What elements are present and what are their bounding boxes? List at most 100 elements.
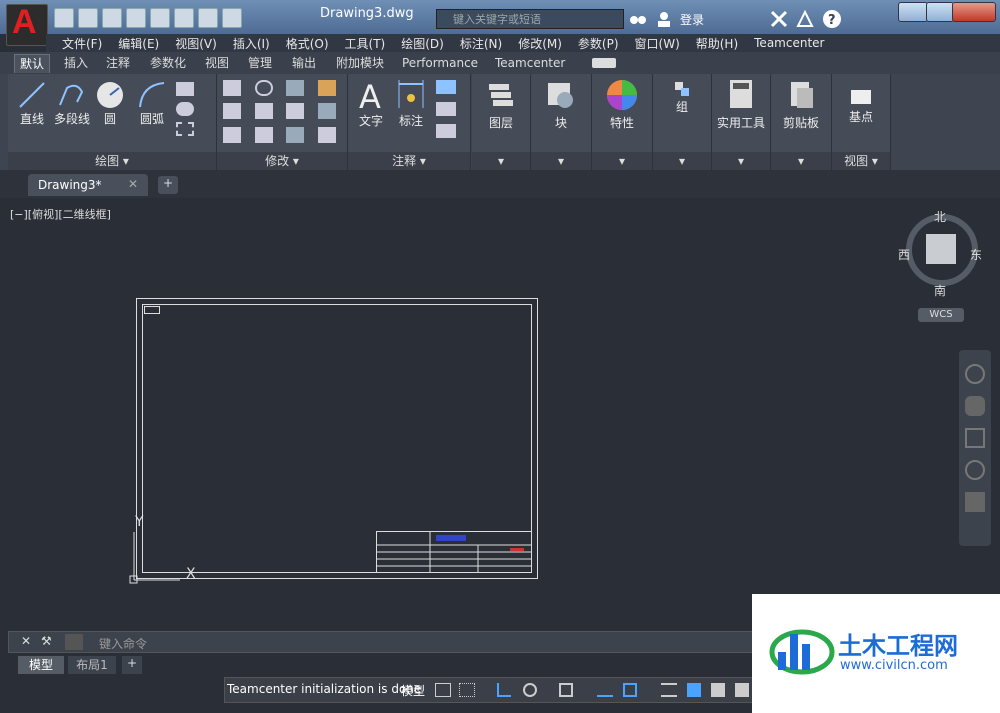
open-icon[interactable] [78, 8, 98, 28]
maximize-button[interactable] [926, 2, 954, 22]
clipboard-panel[interactable]: 剪贴板 ▾ [771, 74, 832, 170]
viewcube-face[interactable] [926, 234, 956, 264]
app-menu-button[interactable]: A [6, 3, 48, 46]
annotation-panel-label[interactable]: 注释 ▾ [348, 152, 470, 170]
wrench-icon[interactable]: ⚒ [41, 634, 52, 648]
command-prompt-icon[interactable] [65, 634, 83, 650]
arc-tool[interactable]: 圆弧 [132, 80, 172, 127]
close-button[interactable] [952, 2, 996, 22]
auto-scale-icon[interactable] [711, 683, 725, 697]
annotation-scale-icon[interactable] [735, 683, 749, 697]
utilities-panel[interactable]: 实用工具 ▾ [712, 74, 771, 170]
menu-tools[interactable]: 工具(T) [337, 35, 394, 52]
scale-icon[interactable] [254, 126, 273, 143]
object-snap-tracking-icon[interactable] [597, 683, 613, 697]
explode-icon[interactable] [317, 103, 336, 120]
model-space-button[interactable]: 模型 [401, 682, 425, 699]
tab-parametric[interactable]: 参数化 [150, 54, 186, 72]
save-as-icon[interactable] [126, 8, 146, 28]
array-icon[interactable] [286, 126, 304, 143]
dimension-tool[interactable]: 标注 [394, 78, 428, 129]
layers-expand-icon[interactable]: ▾ [472, 152, 530, 170]
basepoint-tool[interactable]: 基点 [832, 82, 890, 125]
command-input[interactable]: 键入命令 [99, 635, 147, 652]
utilities-expand-icon[interactable]: ▾ [712, 152, 770, 170]
boundary-icon[interactable] [176, 122, 194, 136]
minimize-button[interactable] [898, 2, 928, 22]
zoom-extents-icon[interactable] [965, 428, 985, 448]
copy-icon[interactable] [223, 103, 241, 120]
annotation-visibility-icon[interactable] [687, 683, 701, 697]
menu-parametric[interactable]: 参数(P) [570, 35, 627, 52]
tab-manage[interactable]: 管理 [248, 54, 272, 72]
properties-panel[interactable]: 特性 ▾ [592, 74, 653, 170]
object-snap-icon[interactable] [623, 683, 637, 697]
pan-icon[interactable] [965, 396, 985, 416]
wcs-menu[interactable]: WCS [918, 308, 964, 322]
ribbon-toggle-icon[interactable] [592, 58, 616, 68]
trim-icon[interactable] [286, 80, 304, 96]
binoculars-icon[interactable] [628, 10, 648, 28]
exchange-icon[interactable] [770, 10, 788, 28]
leader-icon[interactable] [436, 102, 456, 116]
rotate-icon[interactable] [254, 80, 273, 96]
new-tab-button[interactable]: + [158, 176, 178, 194]
modify-panel-label[interactable]: 修改 ▾ [217, 152, 347, 170]
login-label[interactable]: 登录 [680, 11, 704, 28]
close-tab-icon[interactable]: ✕ [128, 177, 138, 191]
help-icon[interactable]: ? [822, 9, 842, 29]
lineweight-icon[interactable] [661, 683, 677, 697]
new-icon[interactable] [54, 8, 74, 28]
menu-insert[interactable]: 插入(I) [225, 35, 278, 52]
ortho-icon[interactable] [497, 683, 511, 697]
layout1-tab[interactable]: 布局1 [68, 656, 116, 674]
tab-annotate[interactable]: 注释 [106, 54, 130, 72]
tab-insert[interactable]: 插入 [64, 54, 88, 72]
polyline-tool[interactable]: 多段线 [52, 80, 92, 127]
workspace-icon[interactable] [222, 8, 242, 28]
menu-dimension[interactable]: 标注(N) [452, 35, 510, 52]
a360-icon[interactable] [796, 10, 814, 28]
properties-expand-icon[interactable]: ▾ [592, 152, 652, 170]
polar-icon[interactable] [523, 683, 537, 697]
block-panel[interactable]: 块 ▾ [531, 74, 592, 170]
offset-icon[interactable] [317, 126, 336, 143]
menu-draw[interactable]: 绘图(D) [393, 35, 452, 52]
view-panel-label[interactable]: 视图 ▾ [832, 152, 890, 170]
showmotion-icon[interactable] [965, 492, 985, 512]
menu-teamcenter[interactable]: Teamcenter [746, 36, 832, 50]
menu-format[interactable]: 格式(O) [278, 35, 337, 52]
save-icon[interactable] [102, 8, 122, 28]
block-expand-icon[interactable]: ▾ [531, 152, 591, 170]
menu-help[interactable]: 帮助(H) [688, 35, 746, 52]
tab-teamcenter[interactable]: Teamcenter [495, 54, 565, 72]
menu-window[interactable]: 窗口(W) [627, 35, 688, 52]
clipboard-expand-icon[interactable]: ▾ [771, 152, 831, 170]
model-tab[interactable]: 模型 [18, 656, 64, 674]
print-icon[interactable] [150, 8, 170, 28]
orbit-icon[interactable] [965, 460, 985, 480]
menu-file[interactable]: 文件(F) [54, 35, 110, 52]
isodraft-icon[interactable] [559, 683, 573, 697]
tab-default[interactable]: 默认 [14, 54, 51, 73]
line-tool[interactable]: 直线 [16, 80, 48, 127]
compass-north[interactable]: 北 [934, 208, 946, 225]
mirror-icon[interactable] [254, 103, 273, 120]
viewcube[interactable]: 北 西 东 南 WCS [896, 206, 990, 326]
tab-performance[interactable]: Performance [402, 54, 478, 72]
menu-view[interactable]: 视图(V) [167, 35, 225, 52]
tab-output[interactable]: 输出 [292, 54, 316, 72]
drawing-tab[interactable]: Drawing3* ✕ [28, 174, 148, 196]
tab-addins[interactable]: 附加模块 [336, 54, 384, 72]
snap-icon[interactable] [459, 683, 475, 697]
rectangle-icon[interactable] [176, 82, 194, 96]
search-input[interactable]: 键入关键字或短语 [436, 9, 624, 29]
undo-icon[interactable] [174, 8, 194, 28]
compass-east[interactable]: 东 [970, 246, 982, 263]
layers-panel[interactable]: 图层 ▾ [472, 74, 531, 170]
group-expand-icon[interactable]: ▾ [653, 152, 711, 170]
user-icon[interactable] [656, 10, 672, 28]
steering-wheel-icon[interactable] [965, 364, 985, 384]
move-icon[interactable] [223, 80, 241, 96]
linear-dim-icon[interactable] [436, 80, 456, 94]
